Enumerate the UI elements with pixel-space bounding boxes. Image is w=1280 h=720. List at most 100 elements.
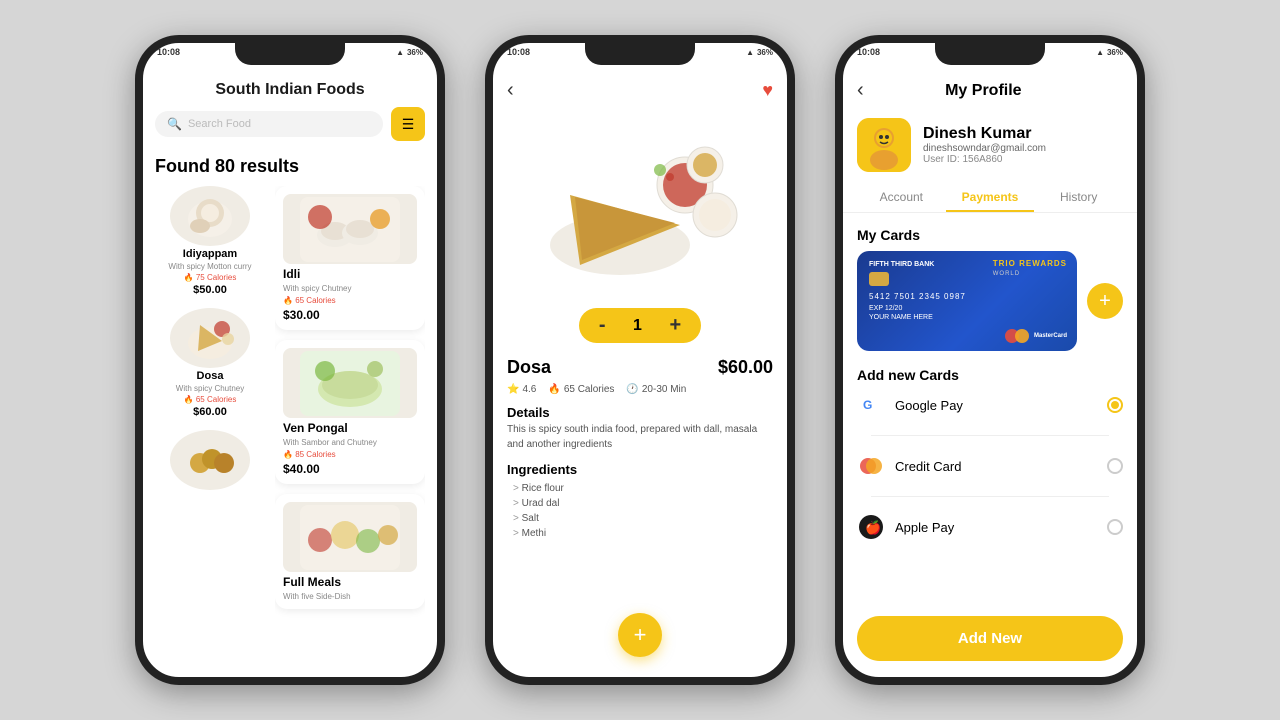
food-calories: 🔥 75 Calories bbox=[184, 273, 237, 282]
phone-3: 10:08 ▲ 36% ‹ My Profile bbox=[835, 35, 1145, 685]
time-1: 10:08 bbox=[157, 47, 180, 57]
food-price: $50.00 bbox=[193, 284, 227, 296]
food-image bbox=[170, 186, 250, 246]
list-item[interactable] bbox=[155, 430, 265, 490]
p1-food-list: Idiyappam With spicy Motton curry 🔥 75 C… bbox=[143, 186, 437, 672]
food-name: Idiyappam bbox=[183, 248, 237, 260]
payment-left: Credit Card bbox=[857, 452, 961, 480]
payment-option-googlepay[interactable]: G Google Pay bbox=[857, 391, 1123, 419]
signal-icon-3: ▲ bbox=[1096, 48, 1104, 57]
user-email: dineshsowndar@gmail.com bbox=[923, 143, 1046, 154]
avatar-image bbox=[857, 118, 911, 172]
status-icons-1: ▲ 36% bbox=[396, 48, 423, 57]
list-item[interactable]: Full Meals With five Side-Dish bbox=[275, 494, 425, 609]
food-name: Full Meals bbox=[283, 575, 417, 589]
food-price: $60.00 bbox=[718, 357, 773, 378]
battery-3: 36% bbox=[1107, 48, 1123, 57]
p3-nav-row: ‹ My Profile bbox=[843, 71, 1137, 110]
status-bar-1: 10:08 ▲ 36% bbox=[143, 47, 437, 57]
back-button[interactable]: ‹ bbox=[507, 79, 514, 102]
food-price: $40.00 bbox=[283, 462, 417, 476]
add-new-cards-title: Add new Cards bbox=[843, 363, 1137, 391]
food-hero-image bbox=[493, 110, 787, 300]
card-image bbox=[283, 194, 417, 264]
list-item[interactable]: Idiyappam With spicy Motton curry 🔥 75 C… bbox=[155, 186, 265, 296]
google-pay-icon: G bbox=[857, 391, 885, 419]
details-title: Details bbox=[493, 401, 787, 422]
google-logo: G bbox=[859, 393, 883, 417]
card-chip bbox=[869, 272, 889, 286]
food-desc: With spicy Motton curry bbox=[168, 262, 251, 271]
filter-button[interactable]: ☰ bbox=[391, 107, 425, 141]
time-3: 10:08 bbox=[857, 47, 880, 57]
food-desc: With Sambor and Chutney bbox=[283, 438, 417, 447]
creditcard-radio[interactable] bbox=[1107, 458, 1123, 474]
list-item[interactable]: Dosa With spicy Chutney 🔥 65 Calories $6… bbox=[155, 308, 265, 418]
add-to-cart-button[interactable]: + bbox=[618, 613, 662, 657]
increase-button[interactable]: + bbox=[669, 314, 681, 337]
quantity-control: - 1 + bbox=[493, 308, 787, 343]
meals-img bbox=[283, 505, 417, 570]
right-food-list: Idli With spicy Chutney 🔥 65 Calories $3… bbox=[275, 186, 425, 672]
decrease-button[interactable]: - bbox=[599, 314, 606, 337]
googlepay-radio[interactable] bbox=[1107, 397, 1123, 413]
results-count: Found 80 results bbox=[143, 151, 437, 186]
profile-tabs: Account Payments History bbox=[843, 184, 1137, 213]
filter-icon: ☰ bbox=[402, 116, 415, 133]
ingredient-item: Methi bbox=[513, 526, 767, 541]
status-icons-3: ▲ 36% bbox=[1096, 48, 1123, 57]
card-holder: YOUR NAME HERE bbox=[869, 314, 1065, 321]
mc-circle-orange bbox=[1015, 329, 1029, 343]
profile-row: Dinesh Kumar dineshsowndar@gmail.com Use… bbox=[843, 110, 1137, 184]
creditcard-label: Credit Card bbox=[895, 459, 961, 474]
expiry-label: EXP bbox=[869, 305, 885, 312]
tab-payments[interactable]: Payments bbox=[946, 184, 1035, 212]
mastercard-text: MasterCard bbox=[1034, 333, 1067, 339]
food-image bbox=[170, 308, 250, 368]
user-info: Dinesh Kumar dineshsowndar@gmail.com Use… bbox=[923, 125, 1046, 165]
search-icon: 🔍 bbox=[167, 117, 182, 131]
bank-card[interactable]: FIFTH THIRD BANK TRIO REWARDSWORLD 5412 … bbox=[857, 251, 1077, 351]
phone2-content: ‹ ♥ - 1 bbox=[493, 71, 787, 677]
payment-left: G Google Pay bbox=[857, 391, 963, 419]
food-calories: 🔥 65 Calories bbox=[184, 395, 237, 404]
credit-card-icon bbox=[857, 452, 885, 480]
food-description: This is spicy south india food, prepared… bbox=[493, 422, 787, 458]
idiyappam-img bbox=[180, 191, 240, 241]
food-meta: ⭐ 4.6 🔥 65 Calories 🕐 20-30 Min bbox=[493, 384, 787, 401]
ingredient-item: Urad dal bbox=[513, 496, 767, 511]
add-new-button[interactable]: Add New bbox=[857, 616, 1123, 661]
apple-logo: 🍎 bbox=[859, 515, 883, 539]
mastercard-icon bbox=[859, 454, 883, 478]
phone-1: 10:08 ▲ 36% South Indian Foods 🔍 Search … bbox=[135, 35, 445, 685]
food-desc: With five Side-Dish bbox=[283, 592, 417, 601]
list-item[interactable]: Ven Pongal With Sambor and Chutney 🔥 85 … bbox=[275, 340, 425, 484]
applepay-radio[interactable] bbox=[1107, 519, 1123, 535]
favorite-button[interactable]: ♥ bbox=[762, 80, 773, 101]
p2-nav-row: ‹ ♥ bbox=[493, 71, 787, 110]
battery-2: 36% bbox=[757, 48, 773, 57]
dosa-hero-img bbox=[520, 115, 760, 295]
idli-img bbox=[283, 197, 417, 262]
divider-1 bbox=[871, 435, 1109, 436]
food-price: $30.00 bbox=[283, 308, 417, 322]
food-desc: With spicy Chutney bbox=[176, 384, 244, 393]
payment-option-applepay[interactable]: 🍎 Apple Pay bbox=[857, 513, 1123, 541]
avatar bbox=[857, 118, 911, 172]
left-food-list: Idiyappam With spicy Motton curry 🔥 75 C… bbox=[155, 186, 265, 672]
tab-history[interactable]: History bbox=[1034, 184, 1123, 212]
search-box[interactable]: 🔍 Search Food bbox=[155, 111, 383, 137]
calories-badge: 🔥 65 Calories bbox=[548, 384, 614, 395]
cards-carousel: FIFTH THIRD BANK TRIO REWARDSWORLD 5412 … bbox=[843, 251, 1137, 351]
divider-2 bbox=[871, 496, 1109, 497]
add-card-button[interactable]: + bbox=[1087, 283, 1123, 319]
tab-account[interactable]: Account bbox=[857, 184, 946, 212]
ingredient-item: Salt bbox=[513, 511, 767, 526]
back-button-p3[interactable]: ‹ bbox=[857, 79, 864, 102]
dosa-img-left bbox=[180, 313, 240, 363]
list-item[interactable]: Idli With spicy Chutney 🔥 65 Calories $3… bbox=[275, 186, 425, 330]
applepay-label: Apple Pay bbox=[895, 520, 954, 535]
food-price: $60.00 bbox=[193, 406, 227, 418]
food-desc: With spicy Chutney bbox=[283, 284, 417, 293]
payment-option-creditcard[interactable]: Credit Card bbox=[857, 452, 1123, 480]
